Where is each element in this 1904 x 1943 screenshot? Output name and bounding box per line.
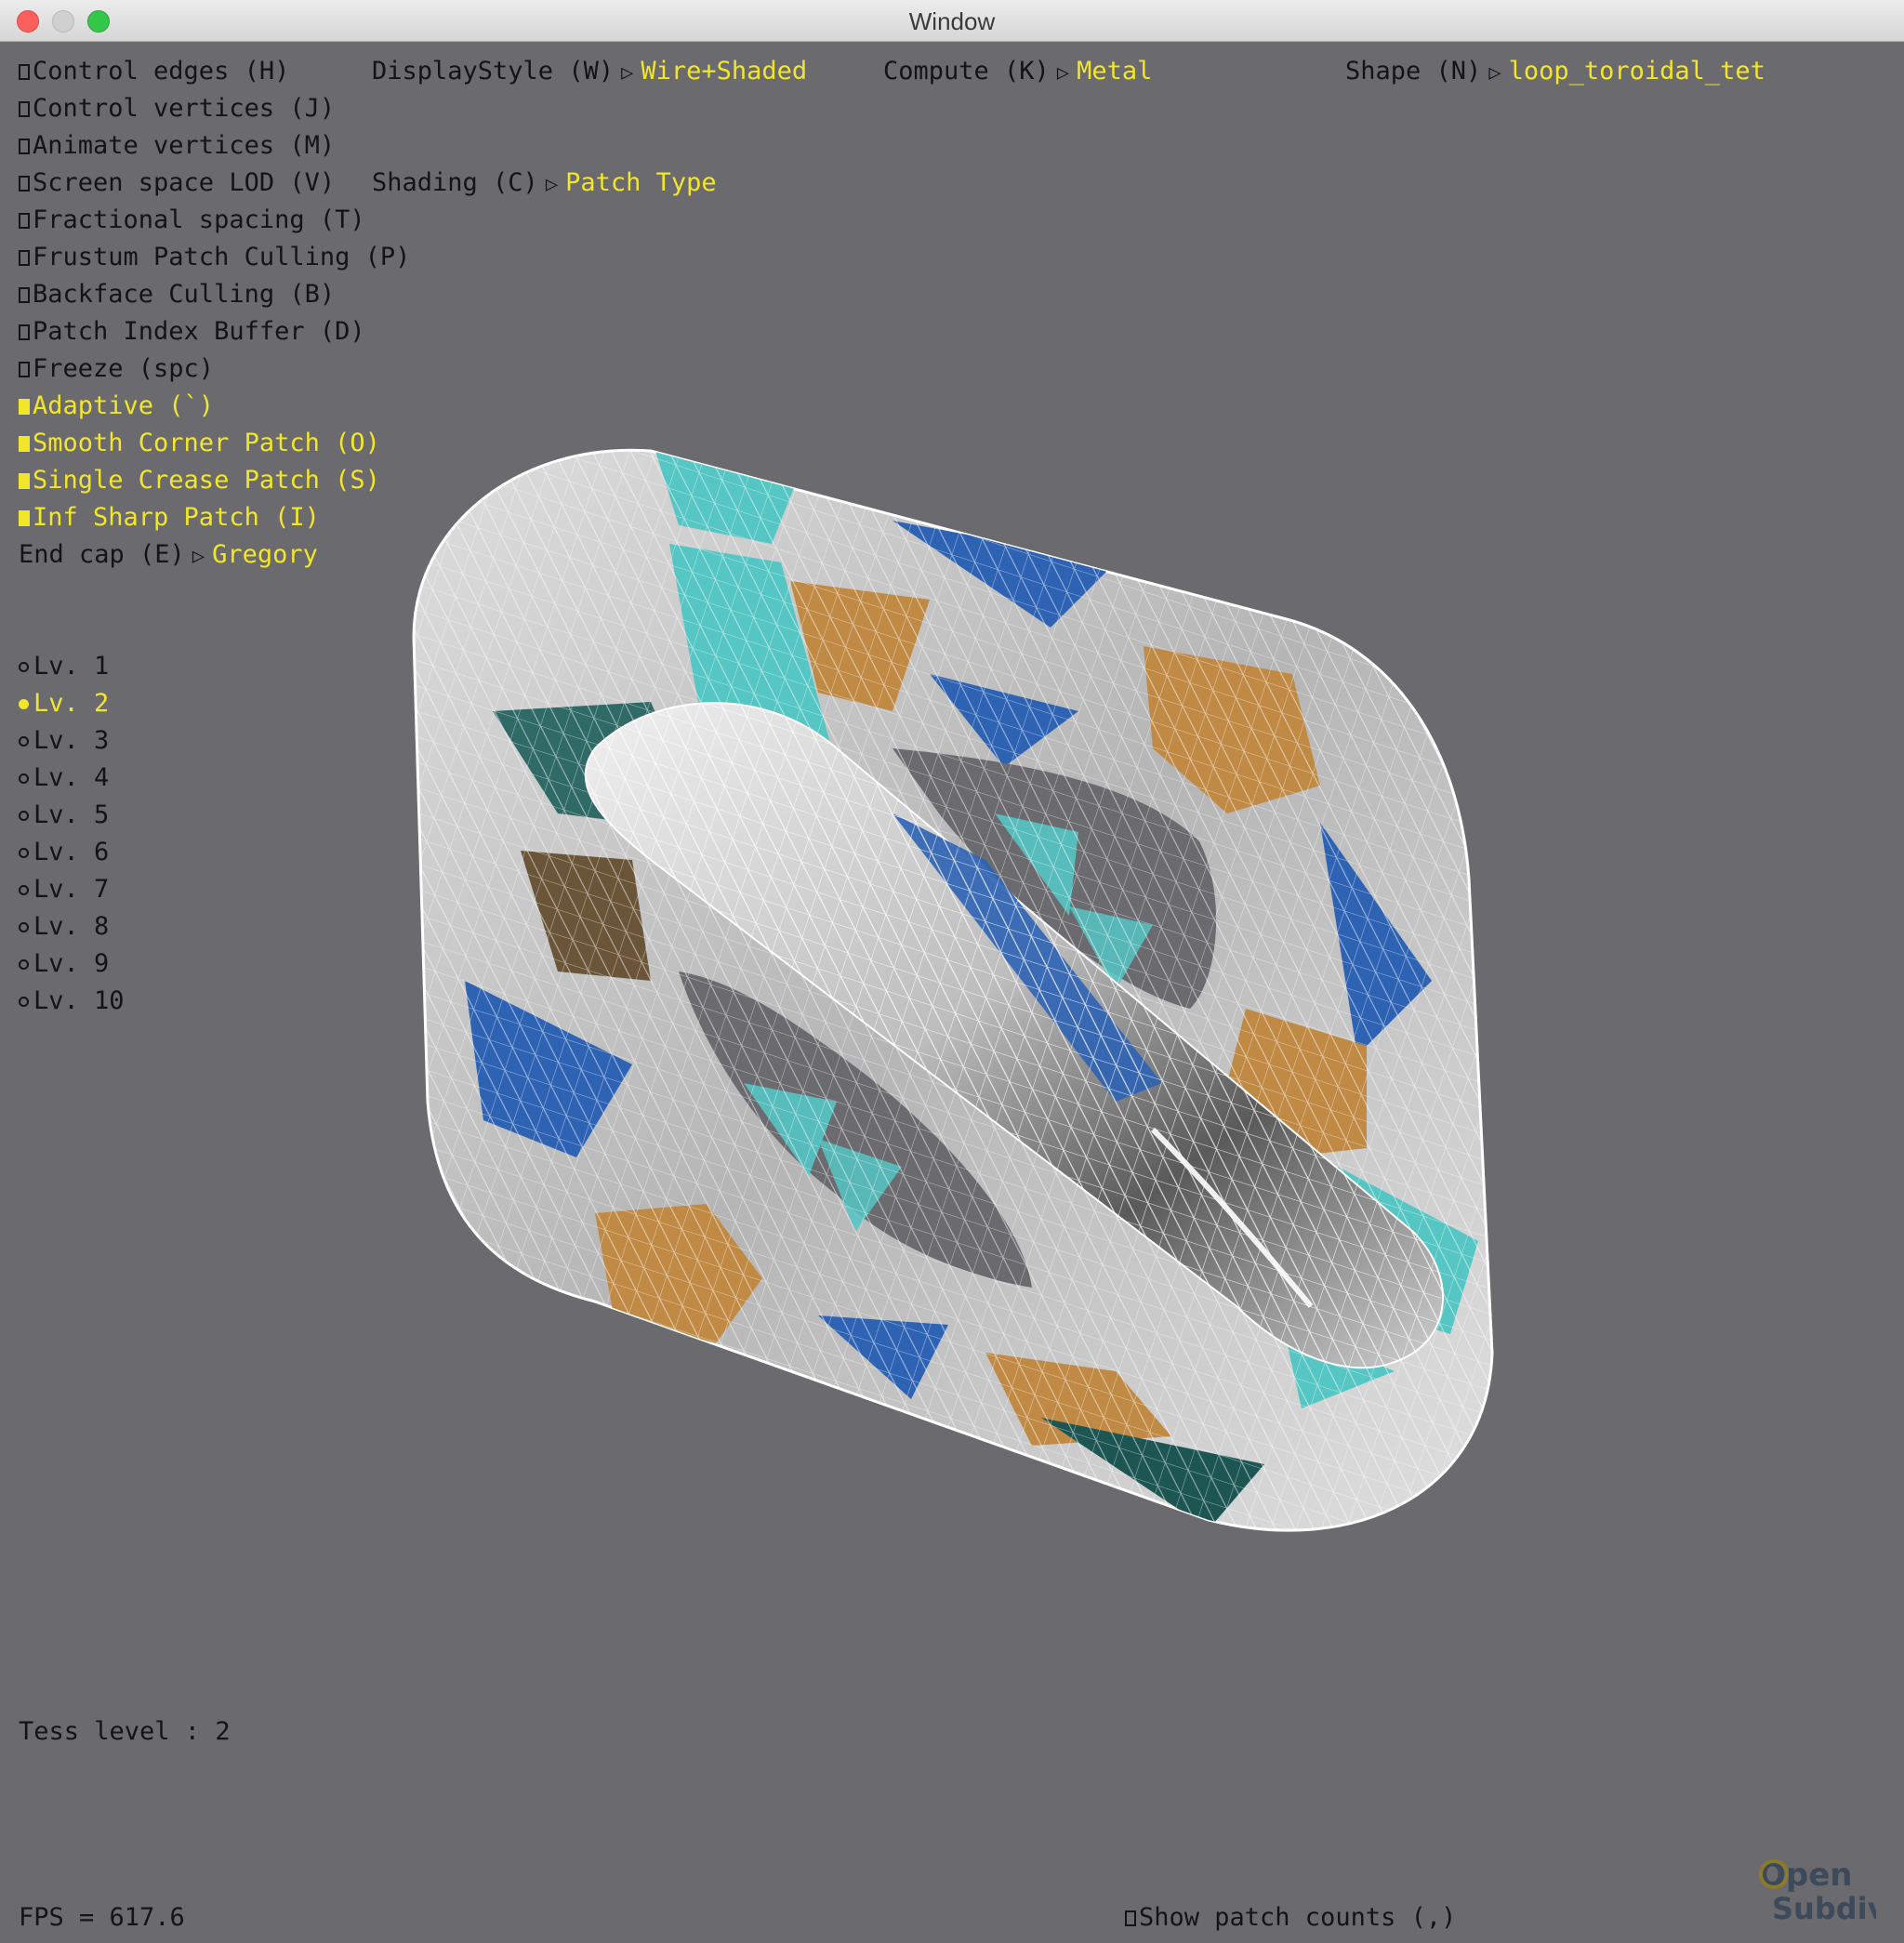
- compute-value: Metal: [1077, 57, 1153, 86]
- toggle-patch-index-buffer[interactable]: Patch Index Buffer (D): [19, 318, 365, 346]
- toggle-label: Show patch counts (,): [1139, 1903, 1457, 1932]
- level-radio[interactable]: Lv. 8: [19, 913, 109, 941]
- checkbox-icon: [19, 324, 30, 340]
- radio-icon: [19, 997, 29, 1007]
- level-label: Lv. 6: [33, 838, 110, 866]
- compute-selector[interactable]: Compute (K) ▷ Metal: [883, 58, 1152, 87]
- level-radio[interactable]: Lv. 1: [19, 653, 109, 681]
- toggle-label: Fractional spacing (T): [33, 205, 365, 234]
- triangle-right-icon: ▷: [545, 173, 559, 196]
- radio-icon: [19, 885, 29, 895]
- level-label: Lv. 9: [33, 949, 110, 978]
- radio-icon: [19, 811, 29, 821]
- opensubdiv-logo: Open Subdiv: [1759, 1857, 1876, 1926]
- toggle-label: Screen space LOD (V): [33, 168, 336, 197]
- level-radio[interactable]: Lv. 4: [19, 764, 109, 792]
- level-label: Lv. 5: [33, 800, 110, 829]
- toggle-backface-culling[interactable]: Backface Culling (B): [19, 281, 335, 309]
- checkbox-icon: [19, 176, 30, 192]
- display-style-selector[interactable]: DisplayStyle (W) ▷ Wire+Shaded: [372, 58, 807, 87]
- shape-selector[interactable]: Shape (N) ▷ loop_toroidal_tet: [1345, 58, 1765, 87]
- toggle-label: Backface Culling (B): [33, 280, 336, 309]
- checkbox-icon: [19, 436, 30, 452]
- fps-readout: FPS = 617.6: [19, 1903, 185, 1932]
- toggle-label: Patch Index Buffer (D): [33, 317, 365, 346]
- toggle-control-edges[interactable]: Control edges (H): [19, 58, 289, 86]
- radio-icon: [19, 736, 29, 747]
- toggle-label: Frustum Patch Culling (P): [33, 243, 411, 271]
- level-label: Lv. 8: [33, 912, 110, 941]
- checkbox-icon: [19, 473, 30, 489]
- checkbox-icon: [19, 213, 30, 229]
- checkbox-icon: [19, 287, 30, 303]
- triangle-right-icon: ▷: [1488, 61, 1501, 85]
- level-label: Lv. 1: [33, 652, 110, 681]
- level-radio[interactable]: Lv. 2: [19, 690, 109, 718]
- toggle-control-vertices[interactable]: Control vertices (J): [19, 95, 335, 123]
- radio-icon: [19, 848, 29, 858]
- toggle-label: Adaptive (`): [33, 391, 215, 420]
- level-radio[interactable]: Lv. 9: [19, 950, 109, 978]
- level-radio[interactable]: Lv. 3: [19, 727, 109, 755]
- display-style-label: DisplayStyle (W): [372, 57, 615, 86]
- radio-icon: [19, 662, 29, 672]
- radio-icon: [19, 959, 29, 970]
- checkbox-icon: [19, 64, 30, 80]
- toggle-label: Freeze (spc): [33, 354, 215, 383]
- checkbox-icon: [19, 510, 30, 526]
- level-radio[interactable]: Lv. 7: [19, 876, 109, 904]
- shading-label: Shading (C): [372, 168, 538, 197]
- show-patch-counts-toggle[interactable]: Show patch counts (,): [1125, 1904, 1456, 1932]
- toggle-label: Control edges (H): [33, 57, 290, 86]
- level-label: Lv. 10: [33, 986, 125, 1015]
- toggle-inf-sharp-patch[interactable]: Inf Sharp Patch (I): [19, 504, 320, 532]
- checkbox-icon: [19, 362, 30, 377]
- checkbox-icon: [19, 399, 30, 415]
- title-bar[interactable]: Window: [0, 0, 1904, 42]
- tess-level-readout: Tess level : 2: [19, 1717, 231, 1746]
- toggle-screen-space-lod[interactable]: Screen space LOD (V): [19, 169, 335, 197]
- logo-text-subdiv: Subdiv: [1772, 1891, 1876, 1926]
- checkbox-icon: [19, 250, 30, 266]
- toggle-label: Animate vertices (M): [33, 131, 336, 160]
- toggle-label: Smooth Corner Patch (O): [33, 429, 380, 457]
- checkbox-icon: [19, 101, 30, 117]
- window-title: Window: [908, 7, 996, 35]
- shape-value: loop_toroidal_tet: [1508, 57, 1765, 86]
- triangle-right-icon: ▷: [621, 61, 634, 85]
- toggle-animate-vertices[interactable]: Animate vertices (M): [19, 132, 335, 160]
- toggle-label: Single Crease Patch (S): [33, 466, 380, 495]
- radio-icon: [19, 922, 29, 932]
- level-label: Lv. 7: [33, 875, 110, 904]
- level-radio[interactable]: Lv. 6: [19, 839, 109, 866]
- level-radio[interactable]: Lv. 5: [19, 801, 109, 829]
- toggle-smooth-corner-patch[interactable]: Smooth Corner Patch (O): [19, 430, 380, 457]
- shape-label: Shape (N): [1345, 57, 1482, 86]
- level-label: Lv. 3: [33, 726, 110, 755]
- display-style-value: Wire+Shaded: [641, 57, 808, 86]
- endcap-selector[interactable]: End cap (E) ▷ Gregory: [19, 541, 318, 571]
- shading-value: Patch Type: [565, 168, 717, 197]
- level-label: Lv. 4: [33, 763, 110, 792]
- toggle-label: Control vertices (J): [33, 94, 336, 123]
- triangle-right-icon: ▷: [1056, 61, 1070, 85]
- app-window: Window Control edges (H) Control vertice…: [0, 0, 1904, 1943]
- compute-label: Compute (K): [883, 57, 1050, 86]
- toggle-fractional-spacing[interactable]: Fractional spacing (T): [19, 206, 365, 234]
- shading-selector[interactable]: Shading (C) ▷ Patch Type: [372, 169, 717, 199]
- triangle-right-icon: ▷: [192, 545, 205, 568]
- level-label: Lv. 2: [33, 689, 110, 718]
- toggle-label: Inf Sharp Patch (I): [33, 503, 320, 532]
- level-radio[interactable]: Lv. 10: [19, 987, 125, 1015]
- endcap-value: Gregory: [212, 540, 318, 569]
- radio-icon: [19, 773, 29, 784]
- radio-icon: [19, 699, 29, 709]
- toggle-adaptive[interactable]: Adaptive (`): [19, 392, 214, 420]
- checkbox-icon: [19, 139, 30, 154]
- toggle-freeze[interactable]: Freeze (spc): [19, 355, 214, 383]
- toggle-frustum-patch-culling[interactable]: Frustum Patch Culling (P): [19, 244, 410, 271]
- endcap-label: End cap (E): [19, 540, 185, 569]
- checkbox-icon: [1125, 1910, 1136, 1926]
- toggle-single-crease-patch[interactable]: Single Crease Patch (S): [19, 467, 380, 495]
